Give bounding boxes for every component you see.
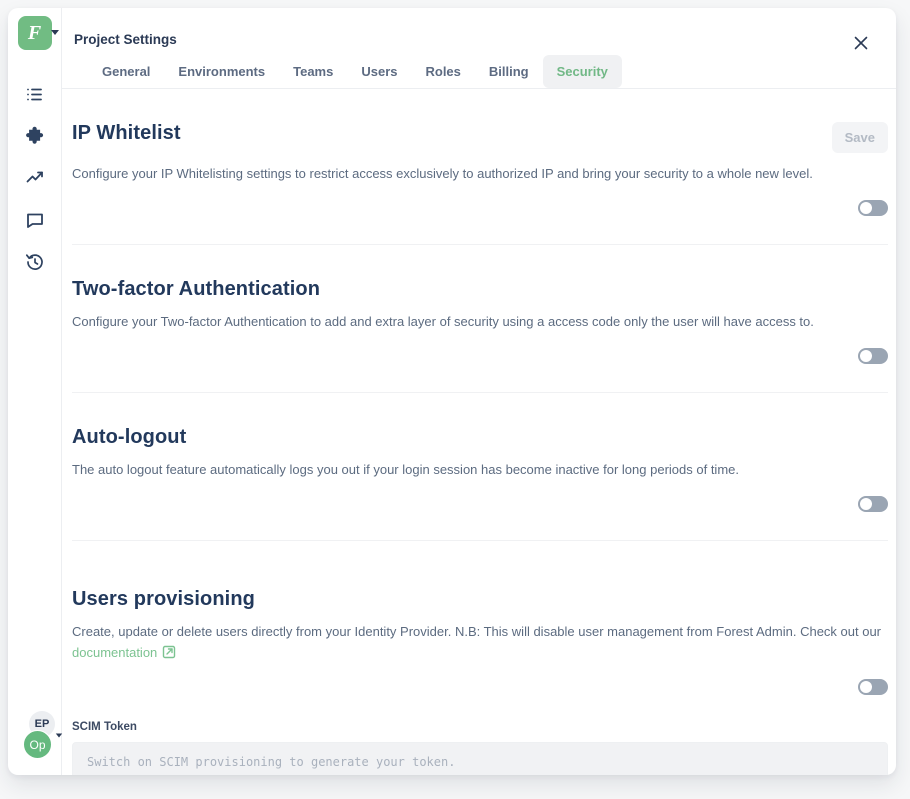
chevron-down-icon: [51, 30, 59, 35]
page-title: Project Settings: [74, 32, 836, 47]
section-ip-whitelist: IP Whitelist Save Configure your IP Whit…: [72, 89, 888, 245]
settings-tabs: General Environments Teams Users Roles B…: [88, 55, 836, 88]
forest-admin-logo[interactable]: F: [18, 16, 52, 50]
project-settings-modal: F: [8, 8, 896, 775]
tab-general[interactable]: General: [88, 55, 164, 88]
close-icon[interactable]: [848, 30, 874, 56]
tab-teams[interactable]: Teams: [279, 55, 347, 88]
toggle-knob: [860, 681, 872, 693]
section-description: Create, update or delete users directly …: [72, 622, 888, 662]
integrations-puzzle-icon[interactable]: [25, 126, 45, 146]
tab-security[interactable]: Security: [543, 55, 622, 88]
user-avatar: Op: [23, 730, 52, 759]
documentation-link[interactable]: documentation: [72, 643, 176, 663]
tab-environments[interactable]: Environments: [164, 55, 279, 88]
scim-token-input[interactable]: [72, 742, 888, 775]
section-auto-logout: Auto-logout The auto logout feature auto…: [72, 393, 888, 541]
section-title: Two-factor Authentication: [72, 278, 320, 301]
section-two-factor: Two-factor Authentication Configure your…: [72, 245, 888, 393]
scim-token-label: SCIM Token: [72, 721, 888, 733]
section-users-provisioning: Users provisioning Create, update or del…: [72, 555, 888, 775]
toggle-knob: [860, 350, 872, 362]
tab-billing[interactable]: Billing: [475, 55, 543, 88]
messages-chat-icon[interactable]: [25, 210, 45, 230]
section-title: Auto-logout: [72, 426, 186, 449]
two-factor-toggle[interactable]: [858, 348, 888, 364]
project-switcher[interactable]: F: [8, 16, 61, 50]
analytics-activity-icon[interactable]: [25, 168, 45, 188]
section-divider: [72, 540, 888, 541]
section-description: Configure your Two-factor Authentication…: [72, 312, 888, 332]
toggle-knob: [860, 498, 872, 510]
ip-whitelist-toggle[interactable]: [858, 200, 888, 216]
users-provisioning-toggle[interactable]: [858, 679, 888, 695]
section-description: The auto logout feature automatically lo…: [72, 460, 888, 480]
tab-users[interactable]: Users: [347, 55, 411, 88]
toggle-knob: [860, 202, 872, 214]
tab-roles[interactable]: Roles: [411, 55, 474, 88]
section-description: Configure your IP Whitelisting settings …: [72, 164, 888, 184]
user-menu[interactable]: EP Op: [21, 711, 61, 761]
collections-list-icon[interactable]: [25, 84, 45, 104]
external-link-icon: [162, 645, 176, 665]
save-button[interactable]: Save: [832, 122, 888, 153]
description-text: Create, update or delete users directly …: [72, 624, 881, 639]
activity-history-icon[interactable]: [25, 252, 45, 272]
auto-logout-toggle[interactable]: [858, 496, 888, 512]
sidebar-rail: F: [8, 8, 62, 775]
section-title: IP Whitelist: [72, 122, 181, 145]
documentation-link-label: documentation: [72, 643, 157, 663]
section-title: Users provisioning: [72, 588, 255, 611]
